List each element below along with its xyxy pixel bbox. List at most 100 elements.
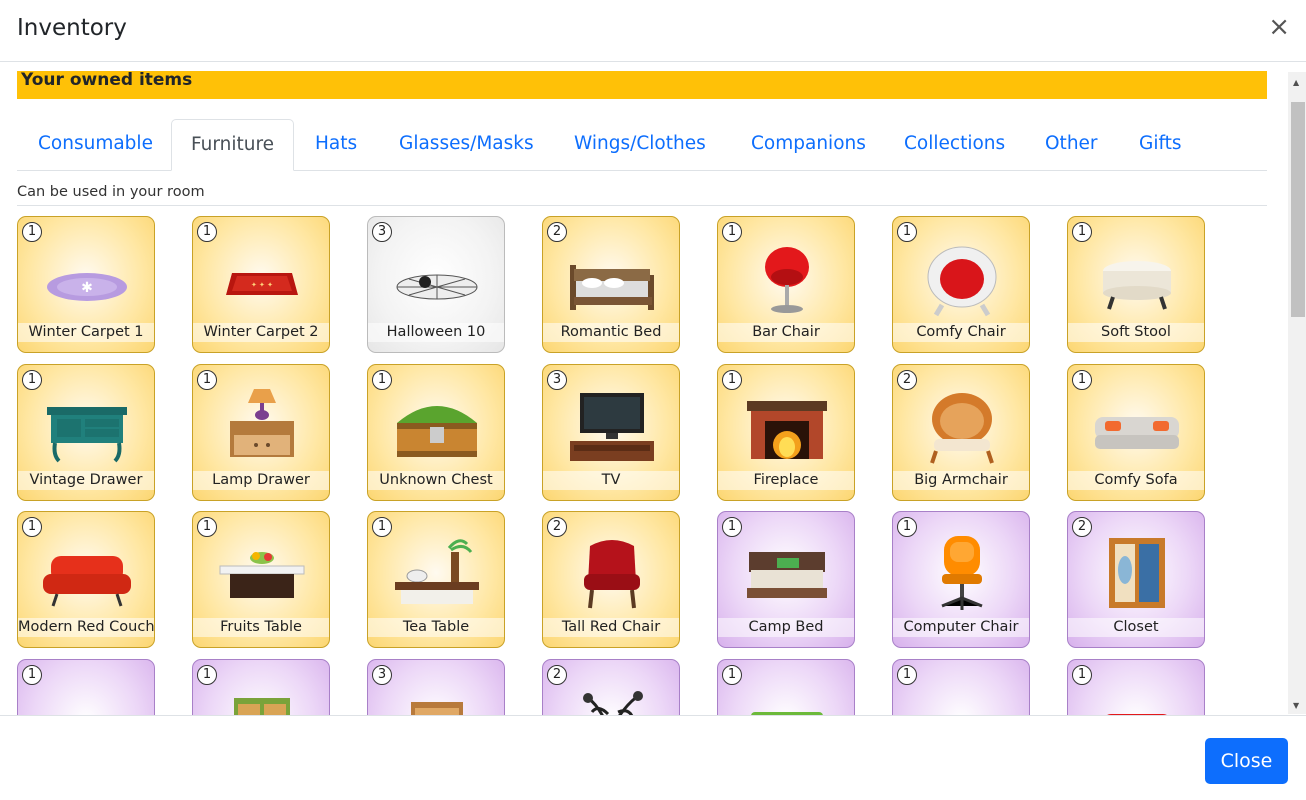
inventory-item[interactable]: 1 Fruits Table — [192, 511, 330, 648]
inventory-item[interactable]: 1 — [892, 658, 1030, 715]
item-count-badge: 1 — [22, 369, 42, 390]
inventory-item[interactable]: 1 Lamp Drawer — [192, 363, 330, 501]
owned-items-banner: Your owned items — [17, 71, 1267, 99]
inventory-item[interactable]: 2 Closet — [1067, 511, 1205, 648]
item-grid: ✱ 1 Winter Carpet 1 ✦ ✦ ✦ 1 Winter Carpet 2 3 H… — [17, 216, 1267, 715]
item-count-badge: 1 — [22, 222, 42, 242]
inventory-item[interactable]: 1 Fireplace — [717, 363, 855, 501]
inventory-item[interactable]: 1 Modern Red Couch — [17, 511, 155, 648]
item-count-badge: 2 — [547, 222, 567, 242]
item-name: Comfy Sofa — [1068, 470, 1204, 490]
tea-table-icon — [395, 539, 479, 604]
tab-gifts[interactable]: Gifts — [1139, 119, 1182, 171]
item-count-badge: 1 — [722, 664, 742, 685]
item-name: Fruits Table — [193, 618, 329, 637]
modal-header: Inventory × — [0, 0, 1306, 62]
inventory-item[interactable]: 1 Comfy Chair — [892, 216, 1030, 353]
item-count-badge: 2 — [547, 517, 567, 537]
modal-body: Your owned items Consumable Furniture Ha… — [0, 71, 1306, 715]
item-name: Tall Red Chair — [543, 618, 679, 637]
item-count-badge: 3 — [547, 369, 567, 390]
inventory-item[interactable]: 1 Tea Table — [367, 511, 505, 648]
purple-round-carpet-icon: ✱ — [47, 273, 127, 301]
inventory-item[interactable]: 1 Camp Bed — [717, 511, 855, 648]
item-name: Vintage Drawer — [18, 470, 154, 490]
inventory-item[interactable]: 3 TV — [542, 363, 680, 501]
tab-wings-clothes[interactable]: Wings/Clothes — [574, 119, 706, 171]
inventory-item[interactable]: 1 — [17, 658, 155, 715]
tab-furniture[interactable]: Furniture — [171, 119, 294, 171]
inventory-item[interactable]: 1 — [1067, 658, 1205, 715]
item-name: Winter Carpet 2 — [193, 323, 329, 342]
inventory-item[interactable]: 2 Big Armchair — [892, 363, 1030, 501]
inventory-item[interactable]: 1 Soft Stool — [1067, 216, 1205, 353]
category-tabs: Consumable Furniture Hats Glasses/Masks … — [17, 119, 1267, 171]
inventory-item[interactable]: 3 — [367, 658, 505, 715]
inventory-item[interactable]: 1 Vintage Drawer — [17, 363, 155, 501]
section-label: Can be used in your room — [17, 184, 205, 200]
inventory-item[interactable]: ✦ ✦ ✦ 1 Winter Carpet 2 — [192, 216, 330, 353]
close-icon[interactable]: × — [1268, 14, 1290, 40]
lamp-drawer-icon — [230, 388, 294, 457]
inventory-item[interactable]: 1 Computer Chair — [892, 511, 1030, 648]
inventory-item[interactable]: 2 Tall Red Chair — [542, 511, 680, 648]
item-count-badge: 1 — [372, 517, 392, 537]
tab-collections[interactable]: Collections — [904, 119, 1005, 171]
spiderweb-rug-icon — [396, 274, 478, 300]
tv-icon — [570, 392, 654, 461]
item-count-badge: 1 — [722, 517, 742, 537]
bed-icon — [570, 265, 654, 310]
scroll-up-icon[interactable]: ▲ — [1293, 78, 1299, 87]
item-count-badge: 1 — [722, 369, 742, 390]
tab-hats[interactable]: Hats — [315, 119, 357, 171]
item-name: Romantic Bed — [543, 323, 679, 342]
item-count-badge: 1 — [1072, 369, 1092, 390]
item-name: Closet — [1068, 618, 1204, 637]
item-name: Big Armchair — [893, 470, 1029, 490]
wingback-chair-icon — [584, 540, 640, 609]
item-count-badge: 1 — [897, 664, 917, 685]
tab-companions[interactable]: Companions — [751, 119, 866, 171]
item-count-badge: 1 — [197, 664, 217, 685]
item-count-badge: 1 — [197, 222, 217, 242]
closet-icon — [1109, 538, 1165, 608]
inventory-item[interactable]: 1 — [192, 658, 330, 715]
item-count-badge: 1 — [722, 222, 742, 242]
inventory-item[interactable]: 1 Bar Chair — [717, 216, 855, 353]
grey-sofa-icon — [1095, 416, 1179, 449]
item-count-badge: 3 — [372, 664, 392, 685]
item-name: Comfy Chair — [893, 323, 1029, 342]
tab-consumable[interactable]: Consumable — [38, 119, 153, 171]
chest-icon — [397, 405, 477, 457]
item-count-badge: 1 — [1072, 222, 1092, 242]
section-divider — [17, 205, 1267, 206]
tab-other[interactable]: Other — [1045, 119, 1098, 171]
tab-glasses-masks[interactable]: Glasses/Masks — [399, 119, 534, 171]
modal-footer: Close — [0, 715, 1306, 800]
item-name: Unknown Chest — [368, 470, 504, 490]
inventory-item[interactable]: 2 Romantic Bed — [542, 216, 680, 353]
scrollbar[interactable]: ▲ ▼ — [1288, 72, 1306, 714]
inventory-item[interactable]: 1 Comfy Sofa — [1067, 363, 1205, 501]
item-count-badge: 1 — [22, 517, 42, 537]
item-count-badge: 1 — [197, 517, 217, 537]
inventory-item[interactable]: 1 Unknown Chest — [367, 363, 505, 501]
item-name: Computer Chair — [893, 618, 1029, 637]
item-name: Camp Bed — [718, 618, 854, 637]
inventory-item[interactable]: 3 Halloween 10 — [367, 216, 505, 353]
svg-text:✦ ✦ ✦: ✦ ✦ ✦ — [251, 281, 273, 289]
inventory-item[interactable]: 1 — [717, 658, 855, 715]
item-name: Halloween 10 — [368, 323, 504, 342]
red-couch-icon — [43, 556, 131, 607]
close-button[interactable]: Close — [1205, 738, 1288, 784]
wicker-armchair-icon — [930, 392, 994, 464]
inventory-item[interactable]: ✱ 1 Winter Carpet 1 — [17, 216, 155, 353]
scroll-down-icon[interactable]: ▼ — [1293, 701, 1299, 710]
item-name: Modern Red Couch — [18, 618, 155, 637]
item-count-badge: 2 — [1072, 517, 1092, 537]
office-chair-icon — [941, 536, 983, 610]
fruit-table-icon — [219, 552, 305, 598]
inventory-item[interactable]: 2 — [542, 658, 680, 715]
wooden-drawer-icon — [411, 701, 463, 715]
scrollbar-thumb[interactable] — [1291, 102, 1305, 317]
